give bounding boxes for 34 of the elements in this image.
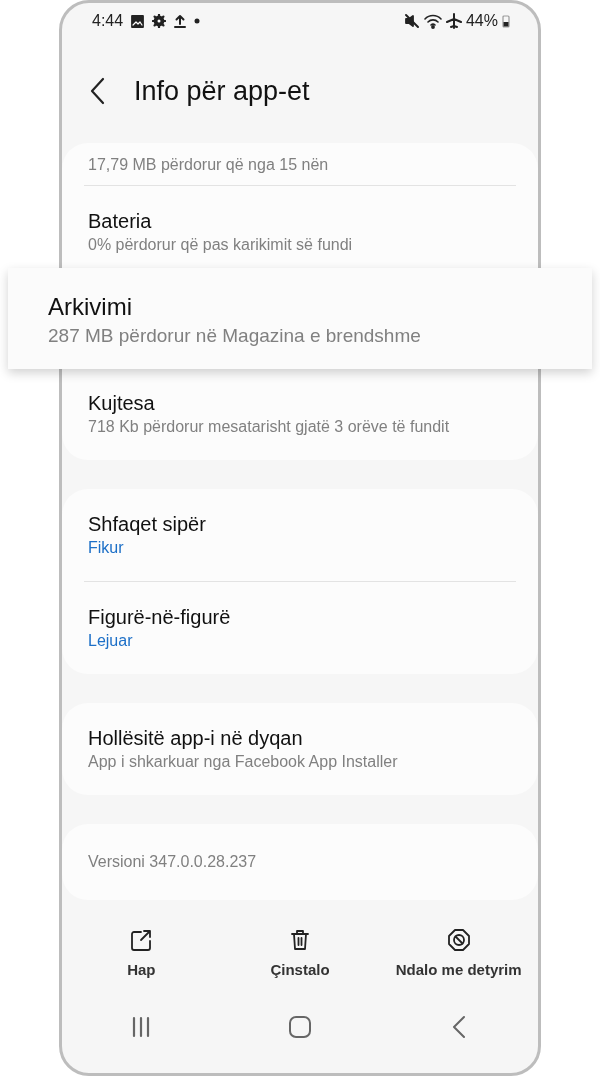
page-title: Info për app-et bbox=[134, 74, 310, 108]
setting-subtitle: 17,79 MB përdorur që nga 15 nën bbox=[88, 155, 330, 175]
share-icon bbox=[130, 929, 153, 951]
trash-icon bbox=[289, 929, 311, 951]
dot-icon bbox=[194, 18, 201, 24]
setting-subtitle: App i shkarkuar nga Facebook App Installer bbox=[88, 752, 399, 772]
setting-title[interactable]: Kujtesa bbox=[88, 390, 512, 416]
setting-title[interactable]: Shfaqet sipër bbox=[88, 511, 512, 537]
setting-subtitle: 718 Kb përdorur mesatarisht gjatë 3 orëve të fundit bbox=[88, 417, 451, 437]
action-button[interactable]: Ndalo me detyrim bbox=[395, 929, 522, 982]
home-icon[interactable] bbox=[288, 1014, 312, 1039]
airplane-icon bbox=[445, 13, 462, 29]
setting-subtitle: 287 MB përdorur në Magazina e brendshme bbox=[48, 324, 422, 348]
setting-subtitle: Lejuar bbox=[88, 631, 134, 651]
version-text: Versioni 347.0.0.28.237 bbox=[88, 852, 258, 872]
stop-icon bbox=[447, 929, 470, 951]
setting-title[interactable]: Figurë-në-figurë bbox=[88, 604, 512, 630]
upload-icon bbox=[174, 14, 187, 28]
setting-title[interactable]: Bateria bbox=[88, 208, 512, 234]
gear-icon bbox=[152, 14, 167, 28]
mute-icon bbox=[403, 13, 420, 29]
setting-title: Arkivimi bbox=[48, 292, 133, 322]
setting-subtitle: Fikur bbox=[88, 538, 125, 558]
recent-apps-icon[interactable] bbox=[131, 1015, 152, 1038]
action-button[interactable]: Çinstalo bbox=[270, 929, 330, 982]
highlighted-setting-item[interactable]: Arkivimi 287 MB përdorur në Magazina e brendshme bbox=[8, 268, 592, 369]
battery-text: 44% bbox=[465, 11, 498, 31]
wifi-icon bbox=[423, 13, 442, 29]
action-button[interactable]: Hap bbox=[127, 929, 156, 982]
image-icon bbox=[131, 14, 145, 28]
time-text: 4:44 bbox=[92, 11, 124, 31]
battery-icon bbox=[502, 14, 510, 28]
setting-subtitle: 0% përdorur që pas karikimit së fundi bbox=[88, 235, 354, 255]
setting-title[interactable]: Hollësitë app-i në dyqan bbox=[88, 725, 512, 751]
